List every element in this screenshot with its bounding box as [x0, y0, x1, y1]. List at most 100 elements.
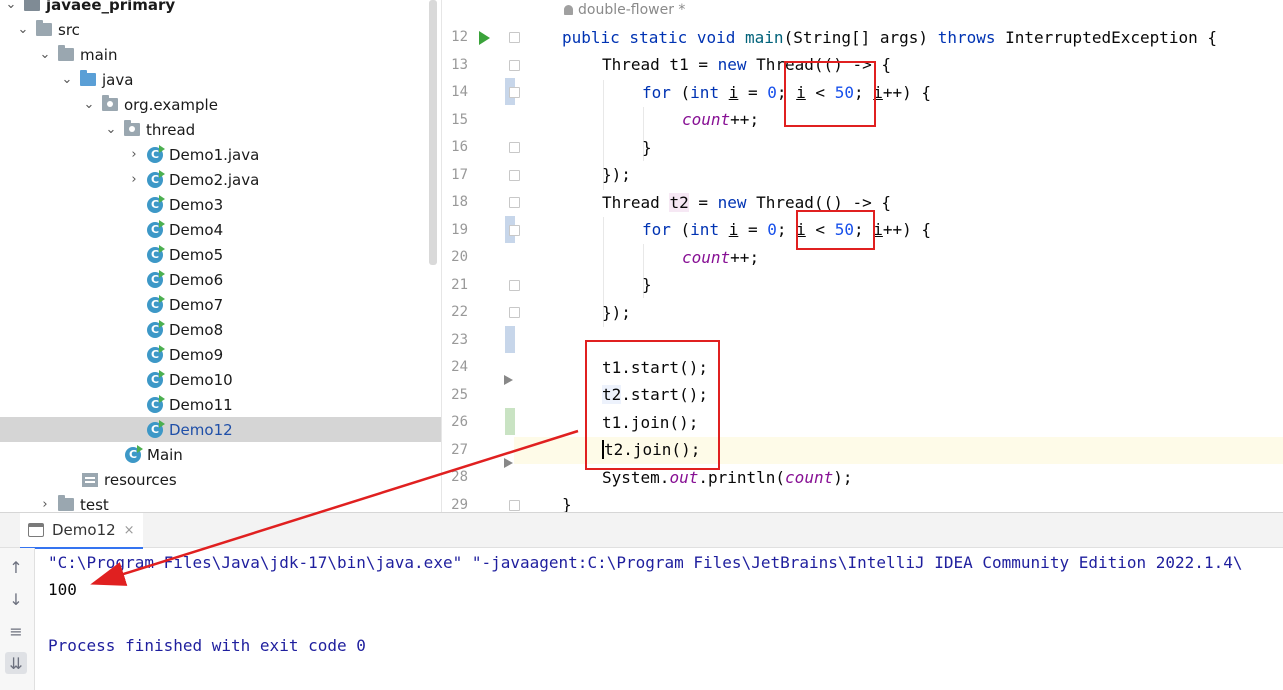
tree-item-label: Demo6 [169, 270, 224, 289]
tree-item-demo8[interactable]: C Demo8 [0, 317, 441, 342]
change-marker-added [505, 408, 515, 435]
tree-item-resources[interactable]: resources [0, 467, 441, 492]
tree-item-label: main [80, 45, 118, 64]
chevron-right-icon[interactable]: › [38, 497, 52, 512]
tree-item-label: Demo5 [169, 245, 224, 264]
class-icon: C [125, 444, 143, 463]
tree-item-label: javaee_primary [46, 0, 176, 14]
tab-label: Demo12 [52, 521, 116, 539]
code-line-19: for (int i = 0; i < 50; i++) { [642, 220, 932, 239]
annotation-box [796, 210, 875, 250]
code-line-16: } [642, 138, 652, 157]
line-number: 29 [451, 496, 468, 513]
fold-marker[interactable] [509, 87, 520, 98]
tree-item-demo4[interactable]: C Demo4 [0, 217, 441, 242]
scroll-to-end-icon[interactable]: ⇊ [5, 652, 27, 674]
chevron-down-icon[interactable]: ⌄ [38, 47, 52, 62]
tree-item-demo7[interactable]: C Demo7 [0, 292, 441, 317]
tree-item-test[interactable]: › test [0, 492, 441, 512]
chevron-right-icon[interactable] [504, 458, 513, 468]
chevron-down-icon[interactable]: ⌄ [16, 22, 30, 37]
resources-folder-icon [82, 472, 98, 487]
line-number: 23 [451, 331, 468, 348]
tree-item-main[interactable]: ⌄ main [0, 42, 441, 67]
fold-marker[interactable] [509, 307, 520, 318]
tree-item-org-example[interactable]: ⌄ org.example [0, 92, 441, 117]
tree-item-demo3[interactable]: C Demo3 [0, 192, 441, 217]
tree-item-label: Demo8 [169, 320, 224, 339]
run-panel: Demo12 × ↑ ↓ ≡ ⇊ "C:\Program Files\Java\… [0, 512, 1283, 690]
change-marker [505, 326, 515, 353]
tree-item-demo5[interactable]: C Demo5 [0, 242, 441, 267]
class-icon: C [147, 394, 165, 413]
package-icon [124, 120, 140, 136]
class-icon: C [147, 219, 165, 238]
fold-marker[interactable] [509, 500, 520, 511]
tree-item-main-class[interactable]: C Main [0, 442, 441, 467]
line-number: 25 [451, 386, 468, 403]
chevron-down-icon[interactable]: ⌄ [82, 97, 96, 112]
annotation-box [784, 61, 876, 127]
class-icon: C [147, 269, 165, 288]
arrow-up-icon[interactable]: ↑ [5, 556, 27, 578]
code-line-29: } [562, 495, 572, 512]
chevron-down-icon[interactable]: ⌄ [60, 72, 74, 87]
code-editor[interactable]: 12 13 14 15 16 17 18 19 20 21 22 23 24 25 26 27 28 29 dou… [442, 0, 1283, 512]
class-icon: C [147, 319, 165, 338]
tree-item-root[interactable]: ⌄ javaee_primary [0, 0, 441, 17]
code-line-17: }); [602, 165, 631, 184]
console-line-output: 100 [48, 580, 77, 599]
module-icon [24, 0, 40, 11]
tree-item-java[interactable]: ⌄ java [0, 67, 441, 92]
class-icon: C [147, 244, 165, 263]
class-icon: C [147, 419, 165, 438]
tree-item-thread[interactable]: ⌄ thread [0, 117, 441, 142]
tree-item-label: Demo4 [169, 220, 224, 239]
class-icon: C [147, 294, 165, 313]
tab-demo12[interactable]: Demo12 × [20, 513, 143, 549]
tree-item-label: Demo1.java [169, 145, 260, 164]
project-tree: ⌄ javaee_primary ⌄ src ⌄ main ⌄ java ⌄ o… [0, 0, 441, 512]
tree-item-label: Demo10 [169, 370, 233, 389]
fold-marker[interactable] [509, 32, 520, 43]
line-number: 18 [451, 194, 468, 210]
tree-item-label: Demo2.java [169, 170, 260, 189]
chevron-right-icon[interactable]: › [127, 147, 141, 162]
code-line-22: }); [602, 303, 631, 322]
tree-item-src[interactable]: ⌄ src [0, 17, 441, 42]
arrow-down-icon[interactable]: ↓ [5, 588, 27, 610]
chevron-right-icon[interactable] [504, 375, 513, 385]
tree-item-demo2[interactable]: › C Demo2.java [0, 167, 441, 192]
fold-marker[interactable] [509, 170, 520, 181]
tree-scrollbar[interactable] [429, 0, 437, 265]
tree-item-demo9[interactable]: C Demo9 [0, 342, 441, 367]
console-output[interactable]: "C:\Program Files\Java\jdk-17\bin\java.e… [48, 548, 1283, 690]
line-number: 14 [451, 84, 468, 100]
tree-item-label: thread [146, 120, 196, 139]
tree-item-demo10[interactable]: C Demo10 [0, 367, 441, 392]
line-number: 21 [451, 276, 468, 293]
tree-item-label: Demo12 [169, 420, 233, 439]
tree-item-demo12[interactable]: C Demo12 [0, 417, 441, 442]
tree-item-demo6[interactable]: C Demo6 [0, 267, 441, 292]
console-line-exit: Process finished with exit code 0 [48, 636, 366, 655]
line-number: 12 [451, 29, 468, 45]
fold-marker[interactable] [509, 197, 520, 208]
chevron-right-icon[interactable]: › [127, 172, 141, 187]
tree-item-label: test [80, 495, 109, 513]
play-icon[interactable] [479, 31, 490, 45]
fold-marker[interactable] [509, 60, 520, 71]
close-icon[interactable]: × [124, 523, 135, 538]
fold-marker[interactable] [509, 280, 520, 291]
chevron-down-icon[interactable]: ⌄ [4, 0, 18, 12]
code-line-21: } [642, 275, 652, 294]
line-number: 27 [451, 441, 468, 458]
tree-item-demo11[interactable]: C Demo11 [0, 392, 441, 417]
fold-marker[interactable] [509, 142, 520, 153]
tree-item-demo1[interactable]: › C Demo1.java [0, 142, 441, 167]
chevron-down-icon[interactable]: ⌄ [104, 122, 118, 137]
soft-wrap-icon[interactable]: ≡ [5, 620, 27, 642]
fold-marker[interactable] [509, 225, 520, 236]
code-line-12: public static void main(String[] args) t… [562, 28, 1218, 47]
tree-item-label: org.example [124, 95, 218, 114]
